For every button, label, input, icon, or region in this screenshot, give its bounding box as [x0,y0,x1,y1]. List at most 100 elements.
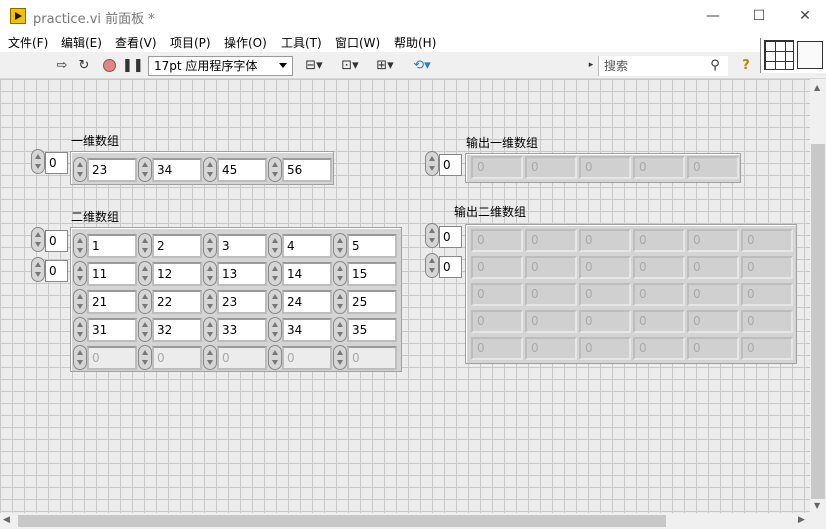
element-spinner[interactable] [138,233,152,258]
element-spinner[interactable] [203,157,217,182]
menu-help[interactable]: 帮助(H) [394,34,436,51]
array-2d-cell[interactable]: 32 [152,318,202,342]
element-spinner[interactable] [138,317,152,342]
array-2d-cell[interactable]: 23 [217,290,267,314]
array-2d-col-index[interactable]: 0 [45,260,68,282]
array-2d-cell[interactable]: 22 [152,290,202,314]
element-spinner[interactable] [268,261,282,286]
maximize-button[interactable]: ☐ [736,4,782,28]
front-panel-canvas[interactable]: 一维数组 0 23 34 45 56 二维数组 0 0 1 2 3 4 5 11 12 13 1… [0,79,810,513]
array-1d-cell[interactable]: 45 [217,158,267,182]
expand-arrow-icon[interactable]: ▸ [587,57,595,74]
menu-view[interactable]: 查看(V) [115,34,157,51]
array-2d-row-spinner[interactable] [31,227,45,252]
run-arrow-icon[interactable]: ⇨ [54,57,70,74]
element-spinner[interactable] [268,157,282,182]
font-select[interactable]: 17pt 应用程序字体 [148,56,293,76]
array-2d-cell[interactable]: 13 [217,262,267,286]
array-2d-col-spinner[interactable] [31,257,45,282]
element-spinner[interactable] [203,317,217,342]
array-1d-cell[interactable]: 23 [87,158,137,182]
array-2d-cell[interactable]: 5 [347,234,397,258]
scroll-up-icon[interactable]: ▲ [814,83,820,92]
output-2d-row-spinner[interactable] [425,223,439,248]
scroll-down-icon[interactable]: ▼ [814,501,820,510]
element-spinner[interactable] [268,317,282,342]
array-2d-cell[interactable]: 33 [217,318,267,342]
element-spinner[interactable] [203,261,217,286]
element-spinner[interactable] [333,345,347,370]
array-2d-row-index[interactable]: 0 [45,230,68,252]
array-2d-cell[interactable]: 35 [347,318,397,342]
array-1d-index-spinner[interactable] [31,149,45,174]
menu-file[interactable]: 文件(F) [8,34,48,51]
element-spinner[interactable] [73,233,87,258]
array-2d-cell[interactable]: 34 [282,318,332,342]
element-spinner[interactable] [138,289,152,314]
element-spinner[interactable] [73,289,87,314]
element-spinner[interactable] [333,289,347,314]
element-spinner[interactable] [203,289,217,314]
array-2d-cell[interactable]: 25 [347,290,397,314]
array-2d-cell[interactable]: 31 [87,318,137,342]
array-2d-cell[interactable]: 15 [347,262,397,286]
array-2d-cell[interactable]: 4 [282,234,332,258]
output-2d-col-index[interactable]: 0 [439,256,462,278]
element-spinner[interactable] [333,317,347,342]
element-spinner[interactable] [268,233,282,258]
output-2d-col-spinner[interactable] [425,253,439,278]
element-spinner[interactable] [268,345,282,370]
element-spinner[interactable] [73,317,87,342]
array-2d-cell[interactable]: 24 [282,290,332,314]
array-2d-cell[interactable]: 0 [217,346,267,370]
array-2d-cell[interactable]: 21 [87,290,137,314]
array-2d-cell[interactable]: 0 [282,346,332,370]
menu-project[interactable]: 项目(P) [170,34,211,51]
scroll-left-icon[interactable]: ◀ [3,515,10,525]
minimize-button[interactable]: — [690,4,736,28]
menu-tools[interactable]: 工具(T) [281,34,322,51]
array-1d-cell[interactable]: 34 [152,158,202,182]
array-1d-cell[interactable]: 56 [282,158,332,182]
element-spinner[interactable] [268,289,282,314]
array-2d-cell[interactable]: 1 [87,234,137,258]
menu-operate[interactable]: 操作(O) [224,34,267,51]
element-spinner[interactable] [73,157,87,182]
array-2d-cell[interactable]: 3 [217,234,267,258]
array-1d-index[interactable]: 0 [45,152,68,174]
scroll-right-icon[interactable]: ▶ [798,515,805,525]
element-spinner[interactable] [138,157,152,182]
array-2d-cell[interactable]: 0 [87,346,137,370]
output-1d-index[interactable]: 0 [439,154,462,176]
reorder-icon[interactable]: ⟲▾ [409,57,435,74]
output-2d-row-index[interactable]: 0 [439,226,462,248]
connector-pane-icon[interactable] [760,38,826,73]
run-continuously-icon[interactable]: ↻ [76,57,92,74]
abort-icon[interactable] [100,57,118,74]
element-spinner[interactable] [138,345,152,370]
array-2d-cell[interactable]: 2 [152,234,202,258]
help-icon[interactable]: ? [738,57,754,74]
close-button[interactable]: ✕ [782,4,826,28]
align-objects-icon[interactable]: ⊟▾ [301,57,327,74]
horizontal-scroll-thumb[interactable] [18,515,666,527]
horizontal-scrollbar[interactable]: ◀ ▶ [0,513,810,529]
element-spinner[interactable] [138,261,152,286]
element-spinner[interactable] [333,261,347,286]
array-2d-cell[interactable]: 0 [152,346,202,370]
element-spinner[interactable] [203,233,217,258]
element-spinner[interactable] [73,261,87,286]
vertical-scroll-thumb[interactable] [811,144,825,499]
array-2d-cell[interactable]: 11 [87,262,137,286]
element-spinner[interactable] [73,345,87,370]
element-spinner[interactable] [333,233,347,258]
element-spinner[interactable] [203,345,217,370]
resize-objects-icon[interactable]: ⊞▾ [372,57,398,74]
menu-edit[interactable]: 编辑(E) [61,34,102,51]
menu-window[interactable]: 窗口(W) [335,34,380,51]
array-2d-cell[interactable]: 14 [282,262,332,286]
output-1d-index-spinner[interactable] [425,151,439,176]
search-icon[interactable]: ⚲ [706,57,724,74]
array-2d-cell[interactable]: 0 [347,346,397,370]
pause-icon[interactable]: ❚❚ [122,57,144,74]
